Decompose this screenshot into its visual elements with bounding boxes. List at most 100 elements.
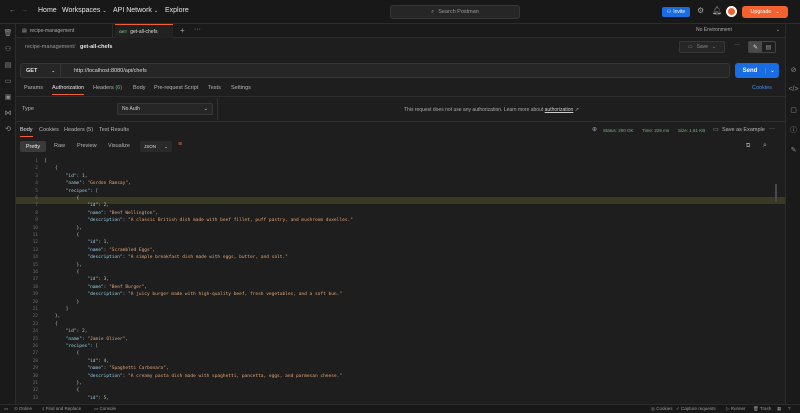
save-as-example-button[interactable]: Save as Example (722, 127, 765, 133)
sidebar-toggle-icon[interactable]: ▭ (4, 406, 8, 412)
environment-icon[interactable]: ▭ (3, 76, 13, 86)
nav-workspaces[interactable]: Workspaces ⌄ (62, 7, 107, 14)
people-icon[interactable]: ⚇ (3, 44, 13, 54)
tab-settings[interactable]: Settings (231, 85, 251, 91)
line-number: 3 (35, 173, 38, 179)
cookies-button[interactable]: ◎ Cookies (651, 406, 672, 412)
tab-recipe-management[interactable]: ▤ recipe-management (18, 24, 113, 38)
history-icon[interactable]: ⟲ (3, 124, 13, 134)
tab-pre-request-script[interactable]: Pre-request Script (154, 85, 198, 91)
new-tab-plus-icon[interactable]: + (180, 26, 185, 35)
tab-headers[interactable]: Headers (6) (93, 85, 122, 91)
api-icon[interactable]: ⊘ (788, 64, 799, 75)
breadcrumb-collection[interactable]: recipe-management (25, 44, 74, 50)
flows-icon[interactable]: ⋈ (3, 108, 13, 118)
tab-params[interactable]: Params (24, 85, 43, 91)
runner-button[interactable]: ▷ Runner (726, 406, 746, 412)
tab-authorization[interactable]: Authorization (52, 85, 85, 95)
copy-icon[interactable]: ⧉ (746, 143, 750, 150)
tab-get-all-chefs[interactable]: GET get-all-chefs (115, 24, 173, 38)
response-tab-headers[interactable]: Headers (5) (64, 127, 93, 133)
layout-icon[interactable]: ▦ (777, 406, 781, 412)
edit-toggle[interactable]: ✎ ▤ (748, 41, 776, 53)
code-line: } (44, 299, 80, 305)
code-line: }, (44, 262, 82, 268)
line-number: 32 (32, 388, 38, 394)
preview-tab[interactable]: Preview (77, 143, 97, 149)
visualize-tab[interactable]: Visualize (108, 143, 130, 149)
raw-tab[interactable]: Raw (54, 143, 65, 149)
search-input[interactable]: ⌕ Search Postman (390, 5, 520, 19)
code-line: "name": "Spaghetti Carbonara", (87, 366, 169, 372)
console-button[interactable]: ▭ Console (94, 406, 116, 412)
auth-type-select[interactable]: No Auth ⌄ (117, 103, 213, 115)
online-status[interactable]: ⊙ Online (14, 406, 32, 412)
code-line: { (44, 388, 80, 394)
code-line: "id": 1, (87, 240, 110, 246)
line-number: 7 (35, 203, 38, 209)
wrap-lines-icon[interactable]: ≡ (178, 141, 182, 148)
response-tab-cookies[interactable]: Cookies (39, 127, 59, 133)
globe-icon: ⊕ (592, 127, 598, 133)
pretty-tab[interactable]: Pretty (20, 141, 46, 152)
nav-api-network[interactable]: API Network ⌄ (113, 7, 158, 14)
auth-type-label: Type (22, 106, 34, 112)
more-options-icon[interactable]: ··· (769, 126, 775, 132)
comments-icon[interactable]: ▢ (788, 104, 799, 115)
help-icon[interactable]: ? (788, 406, 791, 411)
tab-body[interactable]: Body (133, 85, 146, 91)
chevron-down-icon: ⌄ (153, 8, 159, 14)
search-icon[interactable]: ⌕ (763, 142, 767, 150)
avatar[interactable] (726, 6, 737, 17)
cookies-link[interactable]: Cookies (752, 85, 772, 91)
code-line: "description": "A classic British dish m… (87, 218, 353, 224)
line-number: 20 (32, 299, 38, 305)
mock-server-icon[interactable]: ▣ (3, 92, 13, 102)
environment-selector[interactable]: No Environment ⌄ (696, 27, 780, 33)
collections-icon[interactable]: ▤ (3, 60, 13, 70)
send-button[interactable]: Send ⌄ (735, 63, 779, 78)
response-tab-test-results[interactable]: Test Results (99, 127, 129, 133)
info-icon[interactable]: ⓘ (788, 124, 799, 135)
notification-bell-icon[interactable]: 🔔︎ (712, 6, 722, 15)
url-input[interactable]: http://localhost:8080/api/chefs (60, 63, 730, 78)
code-line: { (44, 351, 80, 357)
line-number: 1 (35, 159, 38, 164)
send-dropdown-chevron-icon[interactable]: ⌄ (765, 67, 779, 74)
invite-button[interactable]: ⚇ Invite (662, 7, 690, 17)
line-number: 16 (32, 270, 38, 275)
http-method-select[interactable]: GET ⌄ (20, 63, 60, 78)
nav-explore[interactable]: Explore (165, 7, 189, 14)
more-tabs-icon[interactable]: ··· (194, 26, 201, 33)
code-line: "description": "A simple breakfast dish … (87, 255, 288, 261)
online-icon: ⊙ (14, 406, 18, 411)
tab-tests[interactable]: Tests (208, 85, 221, 91)
save-button[interactable]: ▭ Save ⌄ (679, 41, 725, 53)
bulb-icon[interactable]: ✎ (788, 144, 799, 155)
more-options-icon[interactable]: ··· (734, 42, 740, 48)
find-replace-button[interactable]: ⌕ Find and Replace (42, 406, 81, 411)
scrollbar[interactable] (775, 184, 777, 202)
trash-icon: 🗑︎ (753, 406, 759, 411)
nav-home[interactable]: Home (38, 7, 57, 14)
chevron-down-icon: ⌄ (102, 8, 107, 14)
upgrade-button[interactable]: Upgrade ⌄ (742, 6, 788, 18)
line-number: 19 (32, 292, 38, 298)
authorization-learn-more-link[interactable]: authorization (545, 107, 574, 113)
capture-requests-button[interactable]: ✓ Capture requests (676, 406, 716, 412)
response-body-viewer[interactable]: 1 [2 {3 "id": 1, 4 "name": "Gordon Ramsay"… (16, 157, 785, 404)
format-select[interactable]: JSON ⌄ (140, 141, 172, 152)
response-tab-body[interactable]: Body (20, 127, 33, 137)
breadcrumb-request[interactable]: get-all-chefs (80, 44, 112, 50)
right-sidebar: ⊘ </> ▢ ⓘ ✎ (785, 24, 800, 404)
back-arrow-icon[interactable]: ← (9, 7, 16, 14)
forward-arrow-icon[interactable]: → (21, 7, 28, 14)
code-icon[interactable]: </> (788, 84, 799, 95)
code-line: { (44, 196, 80, 201)
trash-icon[interactable]: 🗑︎ (3, 28, 13, 38)
chevron-down-icon: ⌄ (164, 143, 168, 149)
settings-gear-icon[interactable]: ⚙ (697, 6, 704, 15)
code-line: "id": 2, (65, 329, 88, 335)
trash-button[interactable]: 🗑︎ Trash (753, 406, 771, 412)
highlighted-line (16, 197, 785, 204)
